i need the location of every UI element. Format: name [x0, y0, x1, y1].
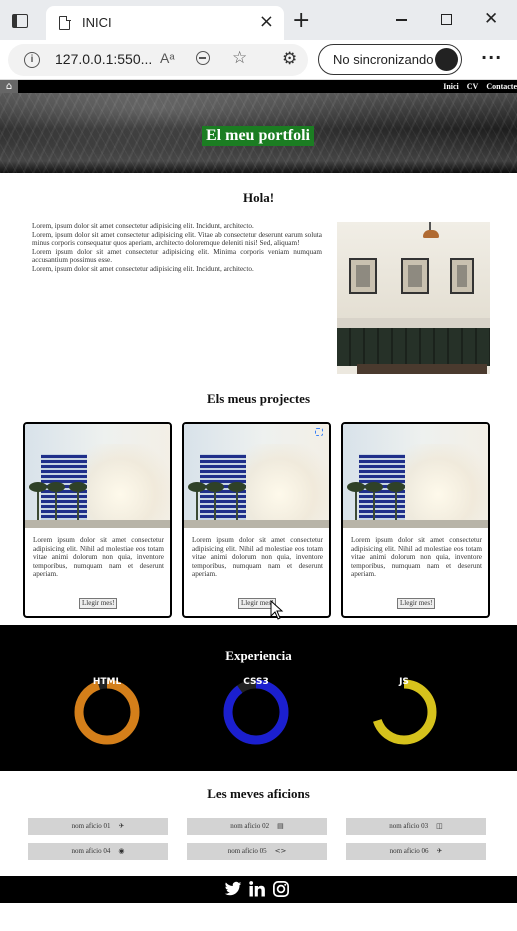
home-icon[interactable]: ⌂ — [0, 80, 18, 93]
site-nav: ⌂ Inici CV Contacte — [0, 80, 517, 93]
read-more-button[interactable]: Llegir mes! — [79, 598, 118, 609]
hobby-label: nom aficio 04 — [71, 847, 111, 855]
hobby-item: nom aficio 04 ◉ — [28, 843, 168, 860]
read-aloud-icon[interactable]: Aᵃ — [160, 50, 175, 66]
site-info-icon[interactable]: i — [24, 52, 40, 68]
projects-title: Els meus projectes — [206, 391, 311, 406]
close-window-icon[interactable]: ✕ — [484, 9, 498, 29]
minimize-icon[interactable] — [396, 19, 407, 21]
intro-title: Hola! — [242, 190, 275, 205]
intro-paragraph: Lorem, ipsum dolor sit amet consectetur … — [32, 222, 254, 230]
code-icon: <> — [274, 847, 287, 855]
hero-title: El meu portfoli — [202, 126, 314, 146]
project-card: Lorem ipsum dolor sit amet consectetur a… — [341, 422, 490, 618]
plane-icon: ✈ — [118, 822, 125, 830]
project-card: Lorem ipsum dolor sit amet consectetur a… — [23, 422, 172, 618]
visual-search-icon[interactable] — [315, 428, 323, 436]
tab-actions-icon[interactable] — [12, 14, 28, 28]
new-tab-icon[interactable]: + — [292, 8, 310, 34]
hobby-label: nom aficio 05 — [227, 847, 267, 855]
web-page: ⌂ Inici CV Contacte El meu portfoli Hola… — [0, 80, 517, 931]
tab-title: INICI — [82, 15, 112, 30]
skill-gauge-css3: CSS3 — [221, 677, 291, 747]
project-image — [184, 424, 329, 528]
intro-paragraph: Lorem ipsum dolor sit amet consectetur a… — [32, 247, 322, 265]
hobby-label: nom aficio 03 — [389, 822, 429, 830]
project-description: Lorem ipsum dolor sit amet consectetur a… — [192, 536, 323, 578]
nav-link-inici[interactable]: Inici — [443, 80, 459, 93]
hobby-item: nom aficio 03 ◫ — [346, 818, 486, 835]
experience-section: Experiencia HTML CSS3 JS — [0, 625, 517, 771]
zoom-out-icon[interactable] — [196, 51, 210, 65]
hobby-item: nom aficio 02 ▤ — [187, 818, 327, 835]
skill-gauge-js: JS — [369, 677, 439, 747]
plane-icon: ✈ — [436, 847, 443, 855]
instagram-icon[interactable] — [272, 880, 290, 898]
skill-gauge-html: HTML — [72, 677, 142, 747]
project-description: Lorem ipsum dolor sit amet consectetur a… — [33, 536, 164, 578]
browser-tab[interactable]: INICI × — [46, 6, 284, 40]
avatar — [435, 48, 458, 71]
hobbies-title: Les meves aficions — [207, 786, 310, 801]
browser-toolbar: i 127.0.0.1:550... Aᵃ ☆ ⚙ No sincronizan… — [0, 40, 517, 80]
extensions-icon[interactable]: ⚙ — [282, 49, 297, 69]
project-description: Lorem ipsum dolor sit amet consectetur a… — [351, 536, 482, 578]
linkedin-icon[interactable] — [248, 880, 266, 898]
book-icon: ◫ — [436, 822, 443, 830]
maximize-icon[interactable] — [441, 14, 452, 25]
browser-tab-strip: INICI × + ✕ — [0, 0, 517, 40]
hobby-item: nom aficio 05 <> — [187, 843, 327, 860]
nav-link-contacte[interactable]: Contacte — [486, 80, 517, 93]
twitter-icon[interactable] — [224, 880, 242, 898]
add-favorite-icon[interactable]: ☆ — [232, 48, 247, 68]
more-options-icon[interactable]: ··· — [481, 48, 502, 67]
skill-label: HTML — [92, 677, 122, 687]
close-tab-icon[interactable]: × — [259, 12, 274, 32]
site-footer — [0, 876, 517, 903]
nav-link-cv[interactable]: CV — [467, 80, 479, 93]
hobby-label: nom aficio 01 — [71, 822, 111, 830]
experience-title: Experiencia — [225, 648, 292, 663]
hobby-label: nom aficio 02 — [230, 822, 270, 830]
project-image — [343, 424, 488, 528]
hero-banner: El meu portfoli — [0, 93, 517, 173]
url-text[interactable]: 127.0.0.1:550... — [55, 51, 152, 67]
intro-text: Lorem, ipsum dolor sit amet consectetur … — [32, 222, 322, 273]
intro-paragraph: Lorem, ipsum dolor sit amet consectetur … — [32, 264, 254, 273]
project-card: Lorem ipsum dolor sit amet consectetur a… — [182, 422, 331, 618]
skill-label: JS — [399, 677, 409, 687]
skill-label: CSS3 — [243, 677, 269, 687]
hobby-item: nom aficio 01 ✈ — [28, 818, 168, 835]
mouse-cursor-icon — [270, 600, 284, 620]
intro-photo — [337, 222, 490, 374]
camera-icon: ◉ — [118, 847, 125, 855]
profile-sync-button[interactable]: No sincronizando — [318, 44, 462, 75]
address-bar[interactable]: i 127.0.0.1:550... Aᵃ ☆ — [8, 44, 308, 76]
project-image — [25, 424, 170, 528]
read-more-button[interactable]: Llegir mes! — [397, 598, 436, 609]
intro-paragraph: Lorem, ipsum dolor sit amet consectetur … — [32, 230, 322, 248]
sync-label: No sincronizando — [333, 52, 434, 67]
hobby-item: nom aficio 06 ✈ — [346, 843, 486, 860]
document-icon: ▤ — [277, 822, 284, 830]
hobby-label: nom aficio 06 — [389, 847, 429, 855]
page-icon — [59, 15, 71, 30]
